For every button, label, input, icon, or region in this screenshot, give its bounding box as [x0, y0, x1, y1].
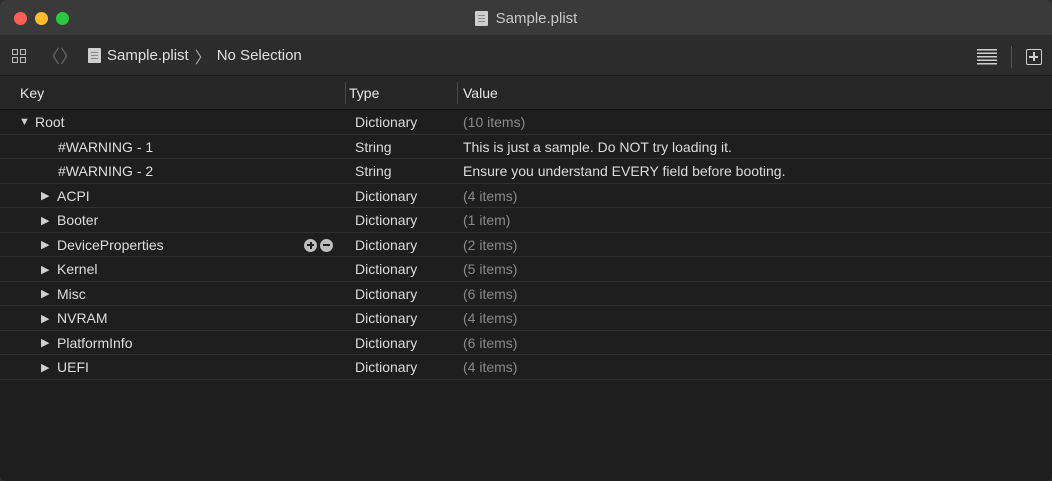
row-value[interactable]: (4 items)	[463, 355, 517, 379]
row-type[interactable]: Dictionary	[355, 110, 417, 134]
row-value[interactable]: (5 items)	[463, 257, 517, 281]
row-key-label: #WARNING - 1	[58, 138, 154, 155]
table-row[interactable]: ▶ Kernel Dictionary (5 items)	[0, 257, 1052, 282]
row-key-label: Booter	[57, 212, 99, 228]
window-title: Sample.plist	[0, 0, 1052, 36]
related-items-grid-icon[interactable]	[12, 48, 26, 63]
row-key-label: Kernel	[57, 261, 98, 277]
remove-item-icon[interactable]	[320, 238, 333, 252]
path-bar: 〈 〉 Sample.plist 〉 No Selection	[0, 36, 1052, 76]
editor-options-icon[interactable]	[977, 49, 997, 65]
row-type[interactable]: String	[355, 159, 392, 183]
plist-outline: ▼ Root Dictionary (10 items) #WARNING - 1 Str…	[0, 110, 1052, 380]
row-type[interactable]: Dictionary	[355, 306, 417, 330]
document-icon	[474, 10, 488, 26]
row-type[interactable]: Dictionary	[355, 331, 417, 355]
row-key[interactable]: ▶ NVRAM	[41, 306, 108, 330]
table-row[interactable]: #WARNING - 1 String This is just a sample.…	[0, 135, 1052, 159]
disclosure-collapsed-icon[interactable]: ▶	[41, 189, 53, 202]
row-value[interactable]: (4 items)	[463, 184, 517, 208]
table-row[interactable]: ▶ NVRAM Dictionary (4 items)	[0, 306, 1052, 331]
row-value[interactable]: (1 item)	[463, 208, 510, 232]
table-row[interactable]: ▶ PlatformInfo Dictionary (6 items)	[0, 331, 1052, 355]
row-value[interactable]: (2 items)	[463, 233, 517, 257]
row-key-label: NVRAM	[57, 310, 108, 326]
row-key-label: #WARNING - 2	[58, 163, 154, 179]
disclosure-collapsed-icon[interactable]: ▶	[41, 361, 53, 374]
breadcrumb-separator: 〉	[194, 49, 211, 67]
row-key[interactable]: ▶ Booter	[41, 208, 98, 232]
disclosure-collapsed-icon[interactable]: ▶	[41, 238, 53, 251]
column-type-header[interactable]: Type	[349, 76, 379, 110]
plist-editor-window: Sample.plist 〈 〉 Sample.plist 〉 No Selec…	[0, 0, 1052, 481]
column-divider[interactable]	[345, 82, 346, 104]
chevron-right-icon[interactable]: 〉	[60, 43, 78, 69]
disclosure-collapsed-icon[interactable]: ▶	[41, 336, 53, 349]
table-row[interactable]: ▼ Root Dictionary (10 items)	[0, 110, 1052, 135]
row-key-label: PlatformInfo	[57, 334, 133, 351]
row-key[interactable]: ▶ ACPI	[41, 184, 90, 208]
column-key-header[interactable]: Key	[20, 76, 44, 110]
table-row[interactable]: ▶ Misc Dictionary (6 items)	[0, 282, 1052, 306]
row-key-label: ACPI	[57, 187, 90, 204]
row-key-label: Root	[35, 114, 65, 130]
row-value[interactable]: Ensure you understand EVERY field before…	[463, 159, 785, 183]
table-row[interactable]: ▶ ACPI Dictionary (4 items)	[0, 184, 1052, 208]
row-value[interactable]: (6 items)	[463, 331, 517, 355]
row-value[interactable]: (4 items)	[463, 306, 517, 330]
row-type[interactable]: Dictionary	[355, 257, 417, 281]
column-header: Key Type Value	[0, 76, 1052, 110]
row-key[interactable]: ▶ DeviceProperties	[41, 233, 164, 257]
disclosure-expanded-icon[interactable]: ▼	[19, 116, 31, 128]
row-type[interactable]: Dictionary	[355, 208, 417, 232]
disclosure-collapsed-icon[interactable]: ▶	[41, 287, 53, 300]
disclosure-collapsed-icon[interactable]: ▶	[41, 214, 53, 227]
row-value[interactable]: (10 items)	[463, 110, 525, 134]
column-divider[interactable]	[457, 82, 458, 104]
breadcrumb: Sample.plist 〉 No Selection	[88, 44, 302, 68]
window-title-text: Sample.plist	[495, 9, 578, 27]
add-item-icon[interactable]	[304, 238, 317, 252]
table-row[interactable]: ▶ Booter Dictionary (1 item)	[0, 208, 1052, 233]
toolbar-divider	[1011, 46, 1012, 68]
row-key[interactable]: ▼ Root	[19, 110, 65, 134]
row-action-buttons	[304, 238, 333, 252]
row-key[interactable]: #WARNING - 2	[58, 159, 153, 183]
row-type[interactable]: Dictionary	[355, 184, 417, 208]
row-key-label: DeviceProperties	[57, 236, 164, 253]
table-row[interactable]: ▶ UEFI Dictionary (4 items)	[0, 355, 1052, 380]
row-type[interactable]: Dictionary	[355, 282, 417, 306]
row-key[interactable]: ▶ PlatformInfo	[41, 331, 132, 355]
row-value[interactable]: (6 items)	[463, 282, 517, 306]
row-type[interactable]: Dictionary	[355, 355, 417, 379]
disclosure-collapsed-icon[interactable]: ▶	[41, 312, 53, 325]
chevron-left-icon[interactable]: 〈	[42, 43, 60, 69]
row-key[interactable]: ▶ Kernel	[41, 257, 97, 281]
document-icon	[88, 48, 101, 63]
row-type[interactable]: String	[355, 135, 392, 159]
editor-tools	[977, 46, 1042, 68]
row-key[interactable]: ▶ UEFI	[41, 355, 89, 379]
table-row[interactable]: ▶ DeviceProperties Dictionary (2 items)	[0, 233, 1052, 257]
title-bar: Sample.plist	[0, 0, 1052, 36]
table-row[interactable]: #WARNING - 2 String Ensure you understand …	[0, 159, 1052, 184]
row-key-label: UEFI	[57, 359, 89, 375]
breadcrumb-selection[interactable]: No Selection	[217, 47, 302, 64]
row-key-label: Misc	[57, 285, 86, 302]
row-type[interactable]: Dictionary	[355, 233, 417, 257]
row-value[interactable]: This is just a sample. Do NOT try loadin…	[463, 135, 732, 159]
add-editor-icon[interactable]	[1026, 49, 1042, 65]
disclosure-collapsed-icon[interactable]: ▶	[41, 263, 53, 276]
row-key[interactable]: #WARNING - 1	[58, 135, 153, 159]
row-key[interactable]: ▶ Misc	[41, 282, 86, 306]
breadcrumb-file[interactable]: Sample.plist	[107, 47, 189, 64]
column-value-header[interactable]: Value	[463, 76, 498, 110]
